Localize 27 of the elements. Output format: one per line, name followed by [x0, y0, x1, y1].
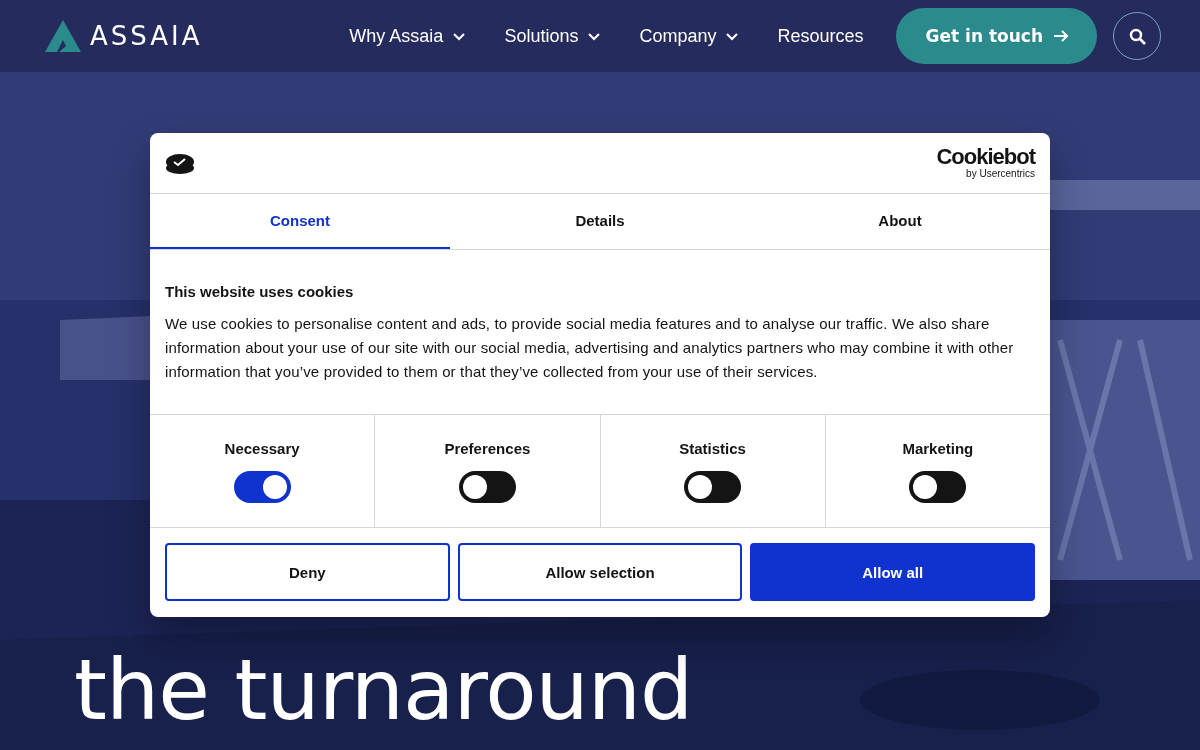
allow-selection-button[interactable]: Allow selection	[457, 543, 743, 601]
tab[interactable]: Consent	[150, 194, 450, 249]
dialog-text: We use cookies to personalise content and ads, to provide social media features and to analyse our traffic. We also share information about your use of our site with our social media, advertising and analytics partners who may combine it with other information that you’ve provided to them or that they’ve collected from your use of their services.	[165, 314, 1015, 382]
search-icon	[1128, 27, 1146, 45]
category-label: Necessary	[224, 440, 300, 457]
toggle-switch[interactable]	[458, 471, 516, 503]
nav-link[interactable]: Resources	[777, 25, 864, 47]
brand-tagline: by Usercentrics	[966, 168, 1035, 180]
hero-heading: the turnaround	[74, 642, 693, 738]
dialog-title: This website uses cookies	[165, 283, 355, 300]
deny-button[interactable]: Deny	[165, 543, 450, 601]
nav-link[interactable]: Company	[639, 25, 740, 47]
contact-button[interactable]: Get in touch	[895, 8, 1097, 64]
toggle-switch[interactable]	[233, 471, 291, 503]
arrow-right-icon	[1053, 28, 1069, 44]
nav-link[interactable]: Why Assaia	[349, 25, 467, 47]
logo-text[interactable]: ASSAIA	[90, 21, 203, 51]
toggle-switch[interactable]	[684, 471, 742, 503]
logo-icon	[45, 20, 81, 52]
allow-all-button[interactable]: Allow all	[750, 543, 1035, 601]
cookie-icon	[165, 152, 195, 174]
category-label: Statistics	[679, 440, 746, 457]
category-label: Marketing	[902, 440, 974, 457]
brand-logo: Cookiebot	[936, 146, 1035, 168]
toggle-switch[interactable]	[909, 471, 967, 503]
nav-link[interactable]: Solutions	[504, 25, 602, 47]
category-label: Preferences	[444, 440, 531, 457]
